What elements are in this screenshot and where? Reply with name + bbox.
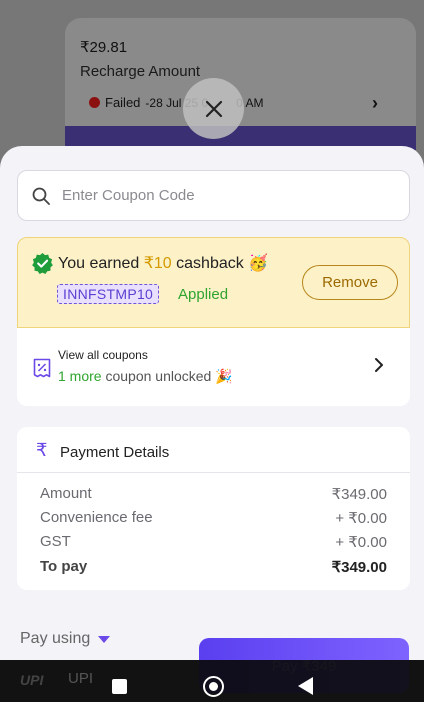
pay-using-selector[interactable]: Pay using [20, 630, 111, 648]
chevron-right-icon [375, 358, 383, 372]
gst-row: GST + ₹0.00 [40, 533, 387, 551]
failed-icon [89, 97, 100, 108]
cashback-banner: You earned ₹10 cashback 🥳 INNFSTMP10 App… [17, 237, 410, 328]
search-icon [32, 187, 50, 205]
coupons-unlocked-text: 1 more coupon unlocked 🎉 [58, 368, 233, 384]
verified-check-icon [32, 252, 53, 274]
payment-details-title: Payment Details [60, 444, 170, 461]
to-pay-row: To pay ₹349.00 [40, 558, 387, 576]
upi-logo: UPI [20, 672, 44, 688]
recharge-amount: ₹29.81 [80, 39, 128, 56]
status-text: Failed [105, 95, 141, 110]
amount-row: Amount ₹349.00 [40, 485, 387, 503]
view-all-coupons-row[interactable]: View all coupons 1 more coupon unlocked … [17, 328, 410, 406]
coupon-search[interactable] [17, 170, 410, 221]
remove-coupon-button[interactable]: Remove [302, 265, 398, 300]
payment-details-header: ₹ Payment Details [17, 427, 410, 473]
chevron-right-icon: › [372, 93, 378, 113]
close-icon [205, 100, 222, 117]
coupon-code-input[interactable] [62, 187, 362, 204]
cashback-text: You earned ₹10 cashback 🥳 [58, 255, 269, 272]
convenience-fee-row: Convenience fee + ₹0.00 [40, 509, 387, 527]
cashback-amount: ₹10 [143, 255, 172, 272]
payment-details-card: ₹ Payment Details Amount ₹349.00 Conveni… [17, 427, 410, 590]
coupon-sheet: You earned ₹10 cashback 🥳 INNFSTMP10 App… [0, 146, 424, 660]
payment-method-label: UPI [68, 670, 94, 687]
system-navigation-bar: UPI UPI [0, 660, 424, 702]
view-coupons-title: View all coupons [58, 348, 148, 362]
close-button[interactable] [183, 78, 244, 139]
back-icon[interactable] [298, 677, 313, 695]
pay-using-label: Pay using [20, 630, 91, 647]
rupee-icon: ₹ [36, 440, 48, 460]
coupon-code-badge: INNFSTMP10 [57, 284, 160, 304]
home-icon[interactable] [203, 676, 224, 697]
recharge-label: Recharge Amount [80, 63, 201, 80]
coupon-icon [33, 358, 51, 378]
recents-icon[interactable] [112, 679, 127, 694]
applied-status: Applied [178, 286, 229, 303]
caret-down-icon [98, 635, 111, 643]
